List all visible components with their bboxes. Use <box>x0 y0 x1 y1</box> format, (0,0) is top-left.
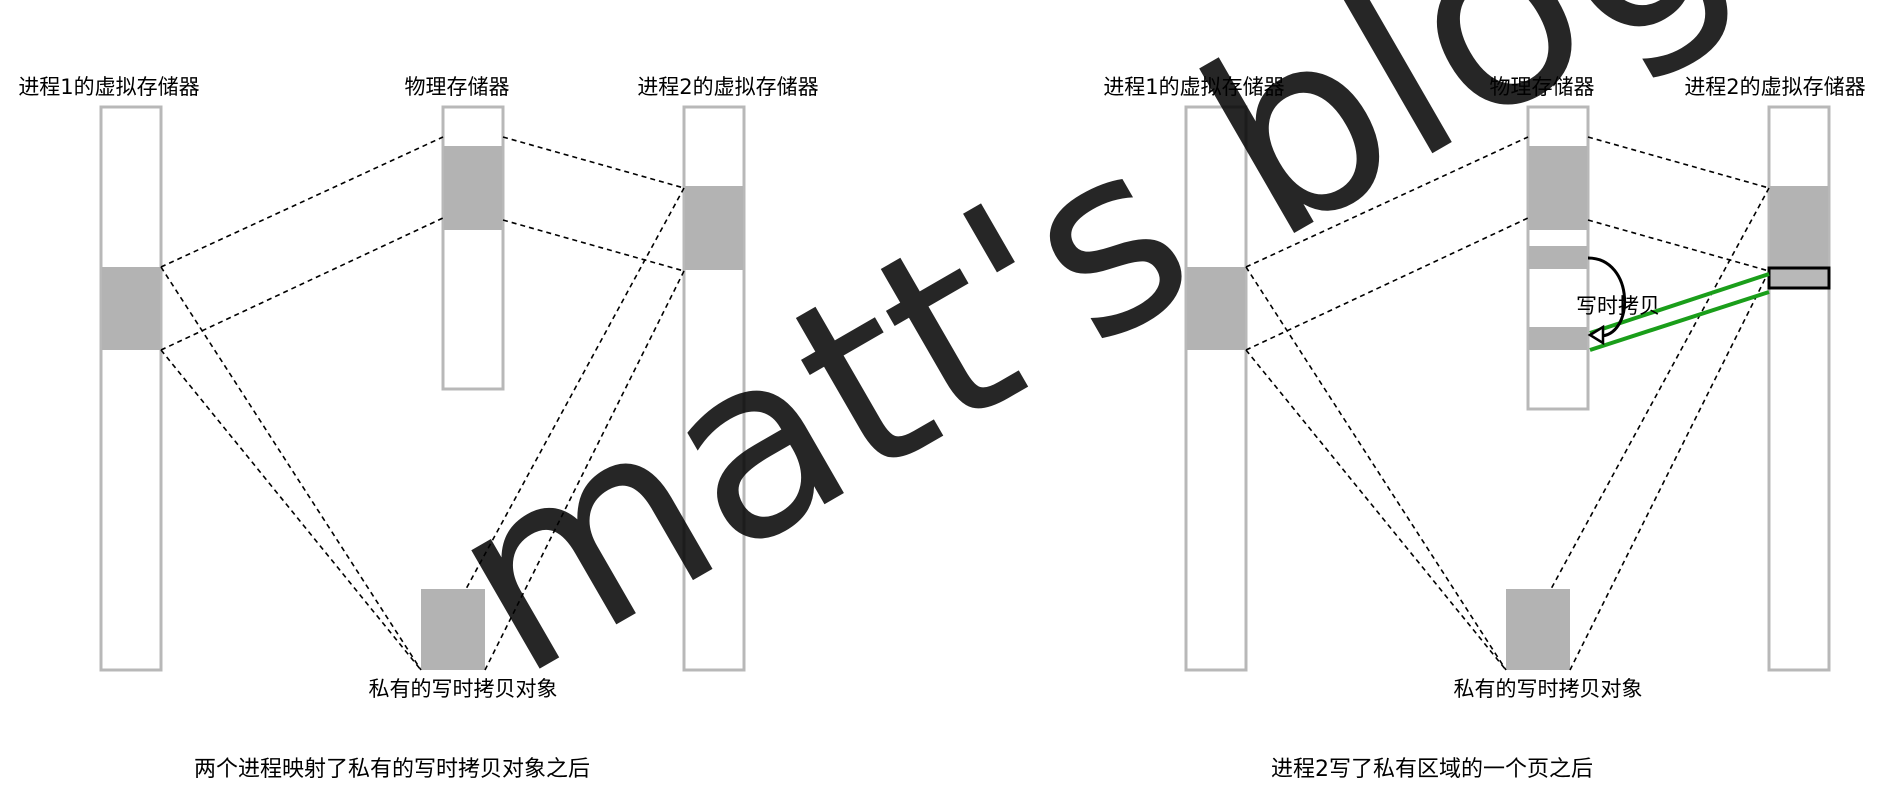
left-proc2-region <box>685 186 743 270</box>
map-line <box>502 136 685 189</box>
left-caption: 两个进程映射了私有的写时拷贝对象之后 <box>194 757 590 782</box>
map-line <box>1587 219 1770 272</box>
map-line <box>160 136 444 268</box>
map-line <box>502 219 685 272</box>
left-proc1-label: 进程1的虚拟存储器 <box>18 75 199 99</box>
diagram-canvas: 进程1的虚拟存储器 物理存储器 进程2的虚拟存储器 私有的写时拷贝对象 两个进程… <box>18 0 1865 782</box>
left-phys-region <box>444 146 502 230</box>
map-line <box>160 266 422 671</box>
right-cow-object <box>1506 589 1570 670</box>
map-line <box>160 217 444 351</box>
map-line <box>1245 349 1507 671</box>
left-proc1-column <box>99 105 163 672</box>
left-proc1-region <box>102 267 160 350</box>
map-line <box>1245 266 1507 671</box>
right-caption: 进程2写了私有区域的一个页之后 <box>1271 757 1593 782</box>
right-proc2-written-page <box>1767 266 1831 290</box>
left-proc2-label: 进程2的虚拟存储器 <box>637 75 818 99</box>
cow-label: 写时拷贝 <box>1576 294 1660 318</box>
right-phys-page-copy <box>1529 327 1587 350</box>
right-proc2-label: 进程2的虚拟存储器 <box>1684 75 1865 99</box>
right-phys-page-original <box>1529 246 1587 269</box>
right-proc2-region <box>1770 186 1828 270</box>
map-line <box>160 349 422 671</box>
right-object-label: 私有的写时拷贝对象 <box>1454 677 1643 701</box>
left-phys-label: 物理存储器 <box>405 75 510 99</box>
map-line <box>1587 136 1770 189</box>
